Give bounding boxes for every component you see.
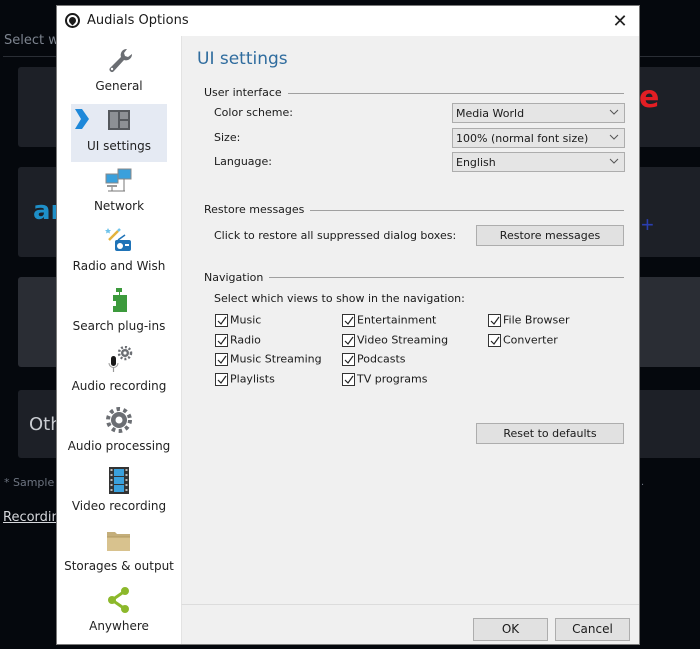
sidebar-label: Audio processing <box>67 439 171 453</box>
cancel-button[interactable]: Cancel <box>555 618 630 641</box>
sidebar-item-radio-and-wish[interactable]: Radio and Wish <box>71 224 167 282</box>
sidebar-label: UI settings <box>87 139 151 153</box>
options-sidebar: General UI settings Network Radio and Wi… <box>57 36 181 644</box>
size-value: 100% (normal font size) <box>456 132 589 145</box>
microphone-gear-icon <box>108 346 133 372</box>
chevron-down-icon <box>609 158 619 164</box>
checkmark-icon <box>217 316 227 325</box>
group-label-user-interface: User interface <box>204 86 288 99</box>
network-icon <box>105 168 132 192</box>
bg-brand-letter: e <box>639 80 660 115</box>
checkmark-icon <box>344 375 354 384</box>
dialog-footer: OK Cancel <box>181 604 639 644</box>
language-value: English <box>456 156 496 169</box>
page-title: UI settings <box>197 49 288 69</box>
group-label-navigation: Navigation <box>204 271 270 284</box>
sidebar-item-anywhere[interactable]: Anywhere <box>71 584 167 642</box>
layout-icon <box>108 110 130 130</box>
sidebar-item-general[interactable]: General <box>71 44 167 102</box>
color-scheme-value: Media World <box>456 107 525 120</box>
active-indicator-icon <box>75 109 89 129</box>
radio-wand-icon <box>105 228 131 251</box>
settings-panel: UI settings User interface Color scheme:… <box>181 36 639 604</box>
sidebar-item-audio-processing[interactable]: Audio processing <box>68 404 170 462</box>
checkmark-icon <box>344 355 354 364</box>
bg-divider-right <box>640 56 700 57</box>
checkbox-playlists[interactable]: Playlists <box>215 372 275 387</box>
sidebar-item-video-recording[interactable]: Video recording <box>71 464 167 522</box>
checkbox-entertainment[interactable]: Entertainment <box>342 313 436 328</box>
checkmark-icon <box>217 355 227 364</box>
sidebar-label: Audio recording <box>71 379 167 393</box>
navigation-description: Select which views to show in the naviga… <box>214 292 465 305</box>
checkmark-icon <box>490 336 500 345</box>
checkmark-icon <box>344 336 354 345</box>
color-scheme-label: Color scheme: <box>214 106 293 119</box>
bg-sample-note-end: . <box>641 476 645 488</box>
reset-to-defaults-button[interactable]: Reset to defaults <box>476 423 624 444</box>
language-label: Language: <box>214 155 272 168</box>
color-scheme-select[interactable]: Media World <box>452 103 625 123</box>
title-bar[interactable]: Audials Options ✕ <box>57 6 639 36</box>
checkbox-label: Playlists <box>230 372 275 386</box>
puzzle-icon <box>113 288 127 312</box>
chevron-down-icon <box>609 134 619 140</box>
folder-icon <box>107 532 130 551</box>
checkbox-label: Music Streaming <box>230 352 322 366</box>
checkmark-icon <box>217 375 227 384</box>
checkbox-music[interactable]: Music <box>215 313 261 328</box>
checkbox-tv-programs[interactable]: TV programs <box>342 372 427 387</box>
sidebar-item-audio-recording[interactable]: Audio recording <box>71 344 167 402</box>
sidebar-label: General <box>95 79 143 93</box>
bg-recording-link[interactable]: Recordin <box>3 510 60 525</box>
sidebar-item-ui-settings[interactable]: UI settings <box>71 104 167 162</box>
checkbox-label: Converter <box>503 333 558 347</box>
sidebar-label: Radio and Wish <box>72 259 166 273</box>
checkbox-video-streaming[interactable]: Video Streaming <box>342 333 448 348</box>
share-icon <box>108 587 129 613</box>
checkmark-icon <box>344 316 354 325</box>
checkbox-label: File Browser <box>503 313 570 327</box>
checkbox-label: Music <box>230 313 262 327</box>
restore-messages-button[interactable]: Restore messages <box>476 225 624 246</box>
checkbox-converter[interactable]: Converter <box>488 333 558 348</box>
checkbox-podcasts[interactable]: Podcasts <box>342 352 406 367</box>
gear-icon <box>106 407 132 433</box>
wrench-icon <box>109 48 133 72</box>
options-dialog: Audials Options ✕ General UI settings Ne… <box>56 5 640 645</box>
film-icon <box>109 467 129 494</box>
dialog-title: Audials Options <box>87 13 189 28</box>
bg-divider <box>3 56 63 57</box>
checkmark-icon <box>490 316 500 325</box>
ok-button[interactable]: OK <box>473 618 548 641</box>
checkbox-label: Entertainment <box>357 313 437 327</box>
sidebar-item-storages-output[interactable]: Storages & output <box>64 524 174 582</box>
checkbox-label: Podcasts <box>357 352 406 366</box>
sidebar-label: Video recording <box>71 499 167 513</box>
checkbox-radio[interactable]: Radio <box>215 333 261 348</box>
language-select[interactable]: English <box>452 152 625 172</box>
sidebar-label: Network <box>93 199 145 213</box>
close-button[interactable]: ✕ <box>607 9 633 33</box>
checkmark-icon <box>217 336 227 345</box>
restore-description: Click to restore all suppressed dialog b… <box>214 229 457 242</box>
checkbox-music-streaming[interactable]: Music Streaming <box>215 352 322 367</box>
sidebar-item-search-plugins[interactable]: Search plug-ins <box>71 284 167 342</box>
sidebar-label: Anywhere <box>89 619 149 633</box>
checkbox-label: Radio <box>230 333 261 347</box>
size-label: Size: <box>214 131 241 144</box>
bg-plus-icon: + <box>641 212 654 237</box>
chevron-down-icon <box>609 109 619 115</box>
size-select[interactable]: 100% (normal font size) <box>452 128 625 148</box>
sidebar-label: Search plug-ins <box>72 319 166 333</box>
checkbox-label: Video Streaming <box>357 333 449 347</box>
checkbox-label: TV programs <box>357 372 428 386</box>
bg-sample-note: * Sample <box>4 476 55 489</box>
sidebar-label: Storages & output <box>64 559 174 573</box>
audials-logo-icon <box>65 13 80 28</box>
sidebar-item-network[interactable]: Network <box>71 164 167 222</box>
checkbox-file-browser[interactable]: File Browser <box>488 313 569 328</box>
group-label-restore-messages: Restore messages <box>204 203 311 216</box>
